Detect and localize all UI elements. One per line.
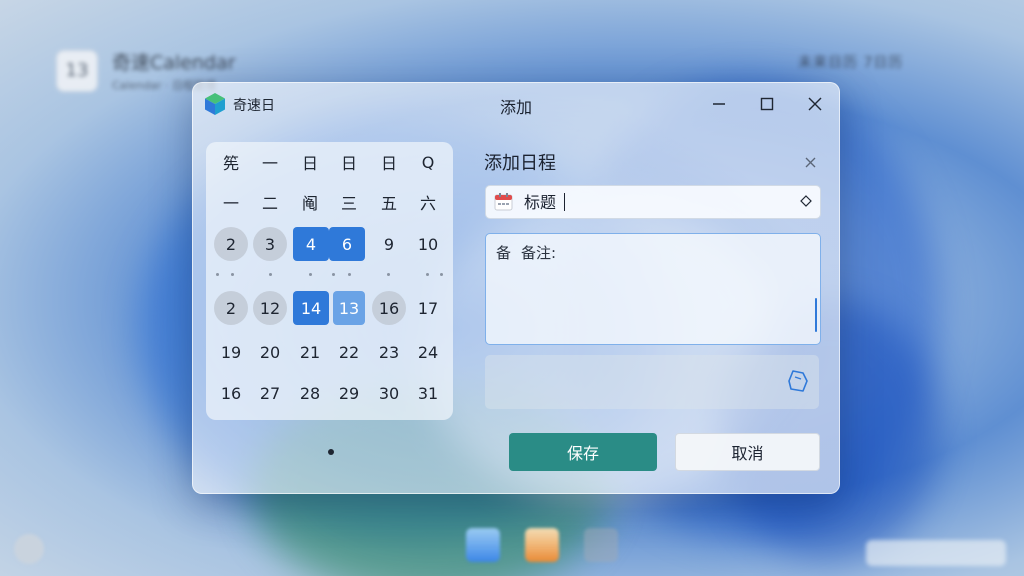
calendar-week-row: 19 20 21 22 23 24	[206, 335, 453, 369]
weekday-label: 日	[380, 154, 397, 173]
calendar-week-row: 2 3 4 6 9 10	[206, 227, 453, 261]
start-button[interactable]	[14, 534, 44, 564]
minimize-icon	[713, 103, 725, 105]
calendar-day[interactable]: 17	[411, 291, 445, 325]
weekday-header-row: 筅 一 日 日 日 Q	[206, 145, 453, 179]
add-event-window: 奇速日 添加 筅 一 日 日 日 Q 一 二 阄 三 五 六 2 3 4 6 9…	[192, 82, 840, 494]
window-title: 添加	[499, 98, 532, 117]
calendar-panel: 筅 一 日 日 日 Q 一 二 阄 三 五 六 2 3 4 6 9 10 2 1…	[206, 142, 453, 420]
calendar-day[interactable]: 22	[332, 335, 366, 369]
calendar-day[interactable]: 9	[372, 227, 406, 261]
taskbar-app-calendar[interactable]	[466, 528, 500, 562]
title-bar[interactable]: 奇速日 添加	[193, 83, 839, 125]
calendar-day[interactable]: 24	[411, 335, 445, 369]
calendar-day[interactable]: 30	[372, 376, 406, 410]
background-app-title: 奇速Calendar	[112, 52, 236, 74]
weekday-row: 一 二 阄 三 五 六	[206, 185, 453, 219]
calendar-day-selected[interactable]: 4	[293, 227, 329, 261]
close-window-button[interactable]	[795, 89, 835, 119]
attachment-bar	[485, 355, 819, 409]
calendar-week-row: 2 12 14 13 16 17	[206, 291, 453, 325]
notes-textarea[interactable]: 备备注:	[485, 233, 821, 345]
separator-dot	[440, 273, 443, 276]
taskbar-app-other[interactable]	[584, 528, 618, 562]
weekday-label: 日	[340, 154, 357, 173]
cancel-button[interactable]: 取消	[675, 433, 820, 471]
separator-dot	[216, 273, 219, 276]
taskbar-app-store[interactable]	[525, 528, 559, 562]
pager-dot[interactable]	[328, 449, 334, 455]
weekday-label: 五	[380, 194, 397, 213]
notes-scrollbar[interactable]	[815, 298, 817, 332]
save-button[interactable]: 保存	[509, 433, 657, 471]
calendar-day[interactable]: 10	[411, 227, 445, 261]
weekday-label: 日	[301, 154, 318, 173]
week-separator-dots	[206, 269, 453, 279]
notes-label: 备注:	[521, 244, 557, 262]
text-caret	[564, 193, 565, 211]
separator-dot	[231, 273, 234, 276]
attachment-icon[interactable]	[787, 369, 809, 393]
minimize-button[interactable]	[699, 89, 739, 119]
weekday-label: 六	[419, 194, 436, 213]
calendar-day[interactable]: 29	[332, 376, 366, 410]
calendar-week-row: 16 27 28 29 30 31	[206, 376, 453, 410]
form-close-button[interactable]	[801, 153, 819, 171]
notes-prefix: 备	[496, 244, 512, 262]
calendar-day[interactable]: 2	[214, 291, 248, 325]
weekday-label: 三	[340, 194, 357, 213]
separator-dot	[387, 273, 390, 276]
calendar-day[interactable]: 28	[293, 376, 327, 410]
dropdown-diamond-icon[interactable]	[800, 195, 812, 207]
calendar-day[interactable]: 20	[253, 335, 287, 369]
calendar-day[interactable]: 21	[293, 335, 327, 369]
calendar-day[interactable]: 12	[253, 291, 287, 325]
calendar-day[interactable]: 16	[214, 376, 248, 410]
weekday-label: 阄	[301, 194, 318, 213]
calendar-day-selected[interactable]: 14	[293, 291, 329, 325]
separator-dot	[426, 273, 429, 276]
event-title-input[interactable]	[524, 191, 784, 211]
calendar-day[interactable]: 19	[214, 335, 248, 369]
calendar-day-range[interactable]: 13	[333, 291, 365, 325]
calendar-app-icon: 13	[56, 49, 98, 92]
background-top-right-text: 未来日历 7日历	[798, 55, 904, 71]
separator-dot	[332, 273, 335, 276]
close-icon	[808, 97, 822, 111]
separator-dot	[269, 273, 272, 276]
calendar-day[interactable]: 2	[214, 227, 248, 261]
separator-dot	[348, 273, 351, 276]
maximize-button[interactable]	[747, 89, 787, 119]
weekday-label: 二	[261, 194, 278, 213]
system-tray[interactable]	[866, 540, 1006, 566]
calendar-day[interactable]: 31	[411, 376, 445, 410]
calendar-app-icon-number: 13	[65, 60, 89, 81]
separator-dot	[309, 273, 312, 276]
weekday-label: 一	[261, 154, 278, 173]
calendar-day[interactable]: 3	[253, 227, 287, 261]
maximize-icon	[760, 97, 774, 111]
calendar-day[interactable]: 27	[253, 376, 287, 410]
calendar-day-selected[interactable]: 6	[329, 227, 365, 261]
weekday-label: 筅	[222, 154, 239, 173]
weekday-label: 一	[222, 194, 239, 213]
calendar-day[interactable]: 16	[372, 291, 406, 325]
event-title-field[interactable]	[485, 185, 821, 219]
form-heading: 添加日程	[484, 153, 556, 174]
calendar-icon	[494, 193, 513, 211]
close-icon	[805, 157, 815, 167]
notes-label-row: 备备注:	[496, 242, 556, 263]
weekday-label: Q	[421, 152, 435, 172]
calendar-day[interactable]: 23	[372, 335, 406, 369]
